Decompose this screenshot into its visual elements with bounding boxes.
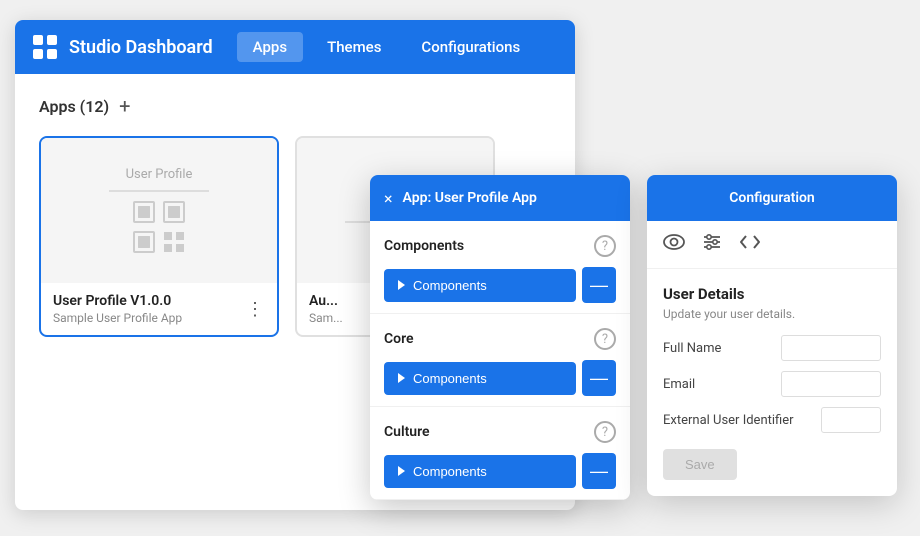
sliders-icon[interactable] — [701, 233, 723, 256]
section-core-header: Core ? — [384, 328, 616, 350]
core-minus-button[interactable]: — — [582, 360, 616, 396]
config-toolbar — [647, 221, 897, 269]
config-field-email: Email — [663, 371, 881, 397]
arrow-icon — [398, 280, 405, 290]
culture-help-icon[interactable]: ? — [594, 421, 616, 443]
nav-tabs: Apps Themes Configurations — [237, 32, 537, 62]
culture-btn-row: Components — — [384, 453, 616, 489]
modal-section-components: Components ? Components — — [370, 221, 630, 314]
app-card-1-info: User Profile V1.0.0 Sample User Profile … — [41, 283, 277, 335]
fullname-input[interactable] — [781, 335, 881, 361]
components-btn-label: Components — [413, 278, 487, 293]
apps-count: Apps (12) — [39, 97, 109, 116]
app-card-1-subtitle: Sample User Profile App — [53, 311, 182, 325]
modal-app: × App: User Profile App Components ? Com… — [370, 175, 630, 500]
arrow-icon-3 — [398, 466, 405, 476]
grid-icon — [31, 33, 59, 61]
modal-app-title: App: User Profile App — [403, 190, 537, 206]
nav-bar: Studio Dashboard Apps Themes Configurati… — [15, 20, 575, 74]
app-card-1-preview-label: User Profile — [126, 167, 193, 182]
qr-code-icon — [132, 200, 186, 254]
save-button[interactable]: Save — [663, 449, 737, 480]
app-title: Studio Dashboard — [69, 37, 213, 58]
core-btn-label: Components — [413, 371, 487, 386]
core-main-button[interactable]: Components — [384, 362, 576, 395]
modal-app-header: × App: User Profile App — [370, 175, 630, 221]
apps-header: Apps (12) + — [39, 94, 551, 118]
culture-btn-label: Components — [413, 464, 487, 479]
culture-minus-button[interactable]: — — [582, 453, 616, 489]
eye-icon[interactable] — [663, 234, 685, 255]
arrow-icon-2 — [398, 373, 405, 383]
app-card-2-title: Au... — [309, 293, 343, 309]
core-help-icon[interactable]: ? — [594, 328, 616, 350]
components-btn-row: Components — — [384, 267, 616, 303]
config-panel: Configuration — [647, 175, 897, 496]
components-minus-button[interactable]: — — [582, 267, 616, 303]
app-card-1-title: User Profile V1.0.0 — [53, 293, 182, 309]
section-core-label: Core — [384, 331, 414, 347]
config-panel-body: User Details Update your user details. F… — [647, 269, 897, 496]
app-card-1[interactable]: User Profile — [39, 136, 279, 337]
section-culture-label: Culture — [384, 424, 430, 440]
components-help-icon[interactable]: ? — [594, 235, 616, 257]
culture-main-button[interactable]: Components — [384, 455, 576, 488]
app-logo: Studio Dashboard — [31, 33, 213, 61]
email-input[interactable] — [781, 371, 881, 397]
nav-tab-themes[interactable]: Themes — [311, 32, 397, 62]
code-icon[interactable] — [739, 234, 761, 255]
nav-tab-apps[interactable]: Apps — [237, 32, 303, 62]
section-components-label: Components — [384, 238, 464, 254]
modal-section-culture: Culture ? Components — — [370, 407, 630, 500]
config-field-external-id: External User Identifier — [663, 407, 881, 433]
app-card-1-menu[interactable]: ⋮ — [246, 299, 265, 320]
section-culture-header: Culture ? — [384, 421, 616, 443]
nav-tab-configurations[interactable]: Configurations — [405, 32, 536, 62]
config-field-fullname: Full Name — [663, 335, 881, 361]
modal-close-button[interactable]: × — [384, 189, 393, 208]
section-components-header: Components ? — [384, 235, 616, 257]
app-card-1-preview: User Profile — [41, 138, 277, 283]
modal-section-core: Core ? Components — — [370, 314, 630, 407]
email-label: Email — [663, 377, 695, 392]
fullname-label: Full Name — [663, 341, 721, 356]
add-app-button[interactable]: + — [119, 94, 130, 118]
components-main-button[interactable]: Components — [384, 269, 576, 302]
config-section-subtitle: Update your user details. — [663, 307, 881, 321]
external-id-input[interactable] — [821, 407, 881, 433]
preview-divider — [109, 190, 209, 192]
config-panel-title: Configuration — [729, 190, 814, 206]
app-card-2-subtitle: Sam... — [309, 311, 343, 325]
external-id-label: External User Identifier — [663, 413, 794, 428]
core-btn-row: Components — — [384, 360, 616, 396]
config-section-title: User Details — [663, 285, 881, 303]
config-panel-header: Configuration — [647, 175, 897, 221]
